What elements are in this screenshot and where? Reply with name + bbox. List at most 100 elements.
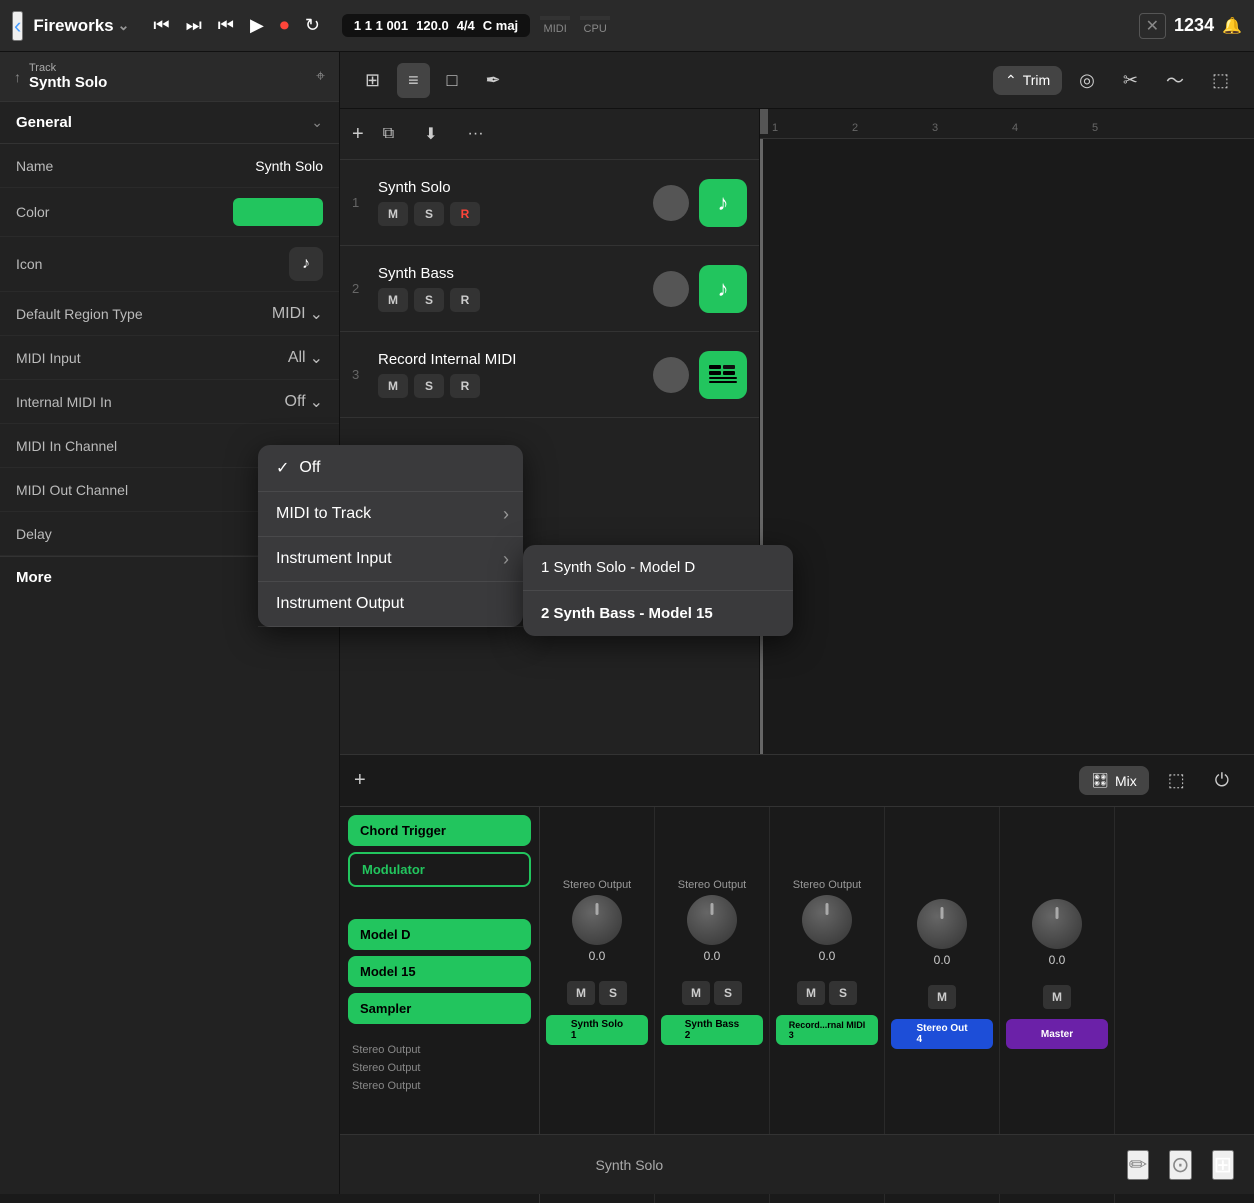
solo-button-1[interactable]: S (414, 202, 444, 226)
instrument-input-label: Instrument Input (276, 550, 392, 568)
volume-knob-stereo-out[interactable] (917, 899, 967, 949)
internal-midi-in-value: Off ⌄ (285, 392, 323, 412)
menu-item-midi-to-track[interactable]: MIDI to Track (258, 492, 523, 537)
more-options-button[interactable]: ··· (457, 118, 495, 150)
cpu-indicator: CPU (580, 16, 610, 35)
solo-button-3[interactable]: S (414, 374, 444, 398)
list-view-button[interactable]: ≡ (397, 63, 430, 98)
cs-mute-stereo-out[interactable]: M (928, 985, 956, 1009)
track-buttons-1: M S R (378, 202, 643, 226)
back-button[interactable]: ‹ (12, 11, 23, 41)
pencil-tool-button[interactable]: ✒ (474, 63, 511, 98)
mixer-power-button[interactable]: ⏻ (1204, 763, 1240, 798)
trim-button[interactable]: ⌃ Trim (993, 66, 1062, 95)
track-icon-1[interactable]: ♪ (699, 179, 747, 227)
mixer-add-button[interactable]: + (354, 769, 366, 792)
submenu-item-synth-solo[interactable]: 1 Synth Solo - Model D (523, 545, 793, 591)
mute-button-2[interactable]: M (378, 288, 408, 312)
internal-midi-in-row[interactable]: Internal MIDI In Off ⌄ (0, 380, 339, 424)
modulator-plugin[interactable]: Modulator (348, 852, 531, 887)
knob-value-master: 0.0 (1049, 953, 1066, 967)
sampler-plugin[interactable]: Sampler (348, 993, 531, 1024)
volume-knob-synth-bass[interactable] (687, 895, 737, 945)
menu-item-instrument-input[interactable]: Instrument Input (258, 537, 523, 582)
pin-icon[interactable]: ⌖ (316, 68, 325, 86)
track-arrange: + ⧉ ⬇ ··· 1 Synth Solo M S R (340, 109, 1254, 754)
general-chevron-icon: ⌄ (311, 114, 323, 131)
cs-mute-synth-solo[interactable]: M (567, 981, 595, 1005)
record-button-2[interactable]: R (450, 288, 480, 312)
default-region-type-row[interactable]: Default Region Type MIDI ⌄ (0, 292, 339, 336)
model-15-plugin[interactable]: Model 15 (348, 956, 531, 987)
rewind-button[interactable]: ⏮ (149, 11, 173, 40)
mix-button[interactable]: 🎛 Mix (1079, 766, 1149, 795)
track-volume-knob-3[interactable] (653, 357, 689, 393)
mute-solo-record-midi: M S (797, 981, 857, 1005)
icon-swatch[interactable]: ♪ (289, 247, 323, 281)
record-button[interactable]: ⏺ (276, 11, 293, 40)
menu-item-off[interactable]: Off (258, 445, 523, 492)
mute-button-3[interactable]: M (378, 374, 408, 398)
cs-solo-record-midi[interactable]: S (829, 981, 857, 1005)
solo-button-2[interactable]: S (414, 288, 444, 312)
listen-button[interactable]: ◎ (1068, 63, 1106, 98)
record-button-3[interactable]: R (450, 374, 480, 398)
track-back-button[interactable]: ↑ (14, 69, 21, 85)
submenu-item-synth-bass[interactable]: 2 Synth Bass - Model 15 (523, 591, 793, 636)
duplicate-track-button[interactable]: ⧉ (372, 118, 405, 150)
record-button-1[interactable]: R (450, 202, 480, 226)
frame-button[interactable]: ⬚ (1201, 63, 1240, 98)
track-list-header: + ⧉ ⬇ ··· (340, 109, 759, 160)
loop-button[interactable]: ↻ (301, 11, 324, 40)
cs-solo-synth-bass[interactable]: S (714, 981, 742, 1005)
mute-solo-stereo-out: M (928, 985, 956, 1009)
track-icon-2[interactable]: ♪ (699, 265, 747, 313)
color-swatch[interactable] (233, 198, 323, 226)
volume-knob-record-midi[interactable] (802, 895, 852, 945)
grid-view-button[interactable]: ⊞ (354, 63, 391, 98)
volume-knob-synth-solo[interactable] (572, 895, 622, 945)
ruler-mark-5: 5 (1088, 122, 1168, 134)
mixer-copy-button[interactable]: ⬚ (1157, 763, 1196, 798)
general-section-header[interactable]: General ⌄ (0, 102, 339, 144)
color-property-row[interactable]: Color (0, 188, 339, 237)
color-label: Color (16, 204, 49, 220)
model-d-plugin[interactable]: Model D (348, 919, 531, 950)
arrange-area[interactable] (760, 139, 1254, 754)
notification-icon: 🔔 (1222, 16, 1242, 36)
close-icon[interactable]: ✕ (1139, 13, 1166, 39)
fast-forward-button[interactable]: ⏭ (182, 11, 206, 40)
cs-mute-synth-bass[interactable]: M (682, 981, 710, 1005)
knob-value-synth-solo: 0.0 (589, 949, 606, 963)
icon-property-row[interactable]: Icon ♪ (0, 237, 339, 292)
bottom-actions: ✏ ⊙ ⊞ (1127, 1150, 1234, 1180)
chord-trigger-plugin[interactable]: Chord Trigger (348, 815, 531, 846)
play-button[interactable]: ▶ (246, 11, 268, 40)
key-text: C maj (483, 18, 518, 33)
add-track-button[interactable]: + (352, 123, 364, 146)
pen-action-button[interactable]: ✏ (1127, 1150, 1149, 1180)
settings-action-button[interactable]: ⊙ (1169, 1150, 1191, 1180)
track-number-3: 3 (352, 367, 368, 382)
track-subtitle: Synth Solo (29, 74, 316, 91)
cs-mute-record-midi[interactable]: M (797, 981, 825, 1005)
volume-knob-master[interactable] (1032, 899, 1082, 949)
track-volume-knob-2[interactable] (653, 271, 689, 307)
track-volume-knob-1[interactable] (653, 185, 689, 221)
knob-value-record-midi: 0.0 (819, 949, 836, 963)
track-icon-3[interactable] (699, 351, 747, 399)
cs-mute-master[interactable]: M (1043, 985, 1071, 1009)
wave-button[interactable]: 〜 (1155, 60, 1195, 100)
mixer-action-button[interactable]: ⊞ (1212, 1150, 1234, 1180)
skip-back-button[interactable]: ⏮ (214, 11, 238, 40)
menu-item-instrument-output[interactable]: Instrument Output (258, 582, 523, 627)
cs-solo-synth-solo[interactable]: S (599, 981, 627, 1005)
dropdown-menu: Off MIDI to Track Instrument Input Instr… (258, 445, 523, 627)
import-button[interactable]: ⬇ (413, 117, 448, 151)
box-view-button[interactable]: □ (436, 63, 469, 98)
midi-input-row[interactable]: MIDI Input All ⌄ (0, 336, 339, 380)
mute-button-1[interactable]: M (378, 202, 408, 226)
channel-label-synth-bass: Synth Bass2 (661, 1015, 763, 1045)
icon-label: Icon (16, 256, 42, 272)
scissors-button[interactable]: ✂ (1112, 63, 1149, 98)
